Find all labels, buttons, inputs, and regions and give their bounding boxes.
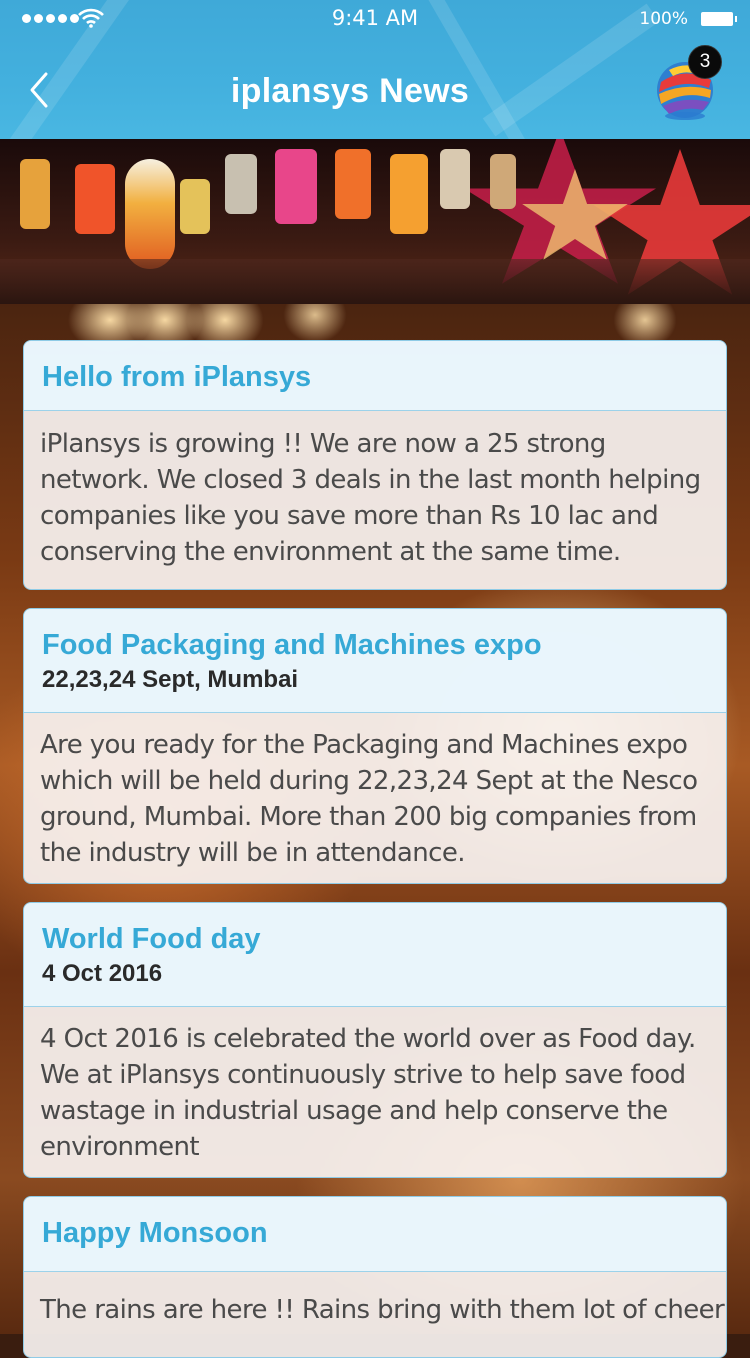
news-card-header: Happy Monsoon: [24, 1197, 726, 1272]
news-card-body: 4 Oct 2016 is celebrated the world over …: [40, 1024, 696, 1162]
news-card[interactable]: Hello from iPlansys iPlansys is growing …: [23, 340, 727, 590]
battery-percent: 100%: [639, 9, 688, 29]
status-time: 9:41 AM: [331, 6, 419, 30]
news-card-body: Are you ready for the Packaging and Mach…: [40, 730, 698, 868]
news-card-header: World Food day 4 Oct 2016: [24, 903, 726, 1007]
news-card[interactable]: Food Packaging and Machines expo 22,23,2…: [23, 608, 727, 884]
news-card-title: Happy Monsoon: [42, 1217, 268, 1249]
news-card-date: 22,23,24 Sept, Mumbai: [42, 666, 299, 693]
news-card-title: World Food day: [42, 923, 261, 955]
notification-badge: 3: [688, 45, 722, 79]
news-card-body: The rains are here !! Rains bring with t…: [40, 1295, 725, 1325]
news-card-body: iPlansys is growing !! We are now a 25 s…: [40, 429, 701, 567]
status-bar: 9:41 AM 100%: [0, 0, 750, 40]
news-card-header: Food Packaging and Machines expo 22,23,2…: [24, 609, 726, 713]
page-title: iplansys News: [230, 72, 470, 110]
news-card-title: Hello from iPlansys: [42, 361, 312, 393]
news-card-header: Hello from iPlansys: [24, 341, 726, 411]
header: 9:41 AM 100% iplansys News 3: [0, 0, 750, 139]
news-card-date: 4 Oct 2016: [42, 960, 163, 987]
news-card[interactable]: World Food day 4 Oct 2016 4 Oct 2016 is …: [23, 902, 727, 1178]
battery-icon: [701, 12, 737, 26]
news-card-title: Food Packaging and Machines expo: [42, 629, 542, 661]
banner-image: [0, 139, 750, 304]
